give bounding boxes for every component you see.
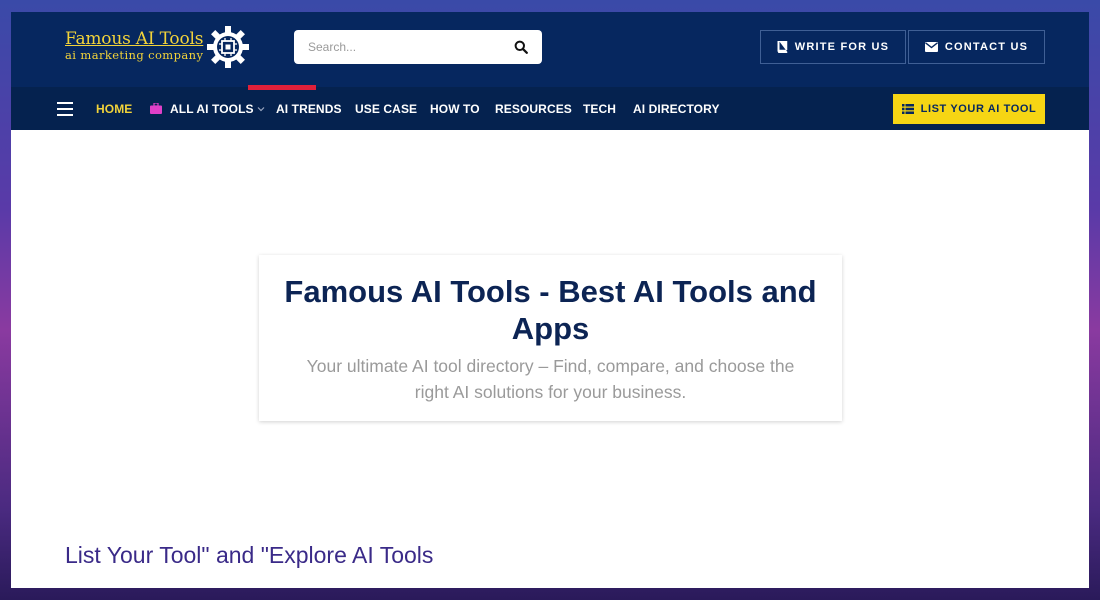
list-your-ai-tool-button[interactable]: LIST YOUR AI TOOL: [893, 94, 1045, 124]
nav-item-use-case[interactable]: USE CASE: [355, 87, 417, 130]
chevron-down-icon: [257, 106, 265, 112]
book-icon: [777, 41, 788, 53]
briefcase-icon: [150, 103, 162, 114]
nav-item-tech[interactable]: TECH: [583, 87, 616, 130]
section-heading: List Your Tool" and "Explore AI Tools: [65, 542, 434, 568]
main-nav: HOME ALL AI TOOLS AI TRENDS USE CASE HOW…: [11, 85, 1089, 130]
logo-subtitle: ai marketing company: [65, 48, 204, 62]
nav-item-all-ai-tools[interactable]: ALL AI TOOLS: [150, 87, 265, 130]
nav-item-label: AI TRENDS: [276, 101, 342, 116]
list-icon: [901, 104, 914, 114]
top-header: Famous AI Tools ai marketing company Sea…: [11, 12, 1089, 87]
nav-item-label: ALL AI TOOLS: [170, 101, 254, 116]
nav-item-label: USE CASE: [355, 101, 418, 116]
hero-subtitle: Your ultimate AI tool directory – Find, …: [306, 356, 795, 402]
menu-icon[interactable]: [57, 102, 73, 116]
list-your-ai-tool-label: LIST YOUR AI TOOL: [920, 103, 1037, 115]
gear-chip-logo-icon[interactable]: [206, 25, 250, 69]
hero-title: Famous AI Tools - Best AI Tools and Apps: [284, 274, 817, 346]
search-input[interactable]: [294, 30, 504, 64]
nav-item-ai-directory[interactable]: AI DIRECTORY: [633, 87, 720, 130]
write-for-us-label: WRITE FOR US: [794, 41, 890, 53]
write-for-us-button[interactable]: WRITE FOR US: [760, 30, 906, 64]
nav-item-label: HOME: [96, 101, 133, 116]
page-frame: Famous AI Tools ai marketing company Sea…: [11, 12, 1089, 588]
envelope-icon: [924, 42, 938, 52]
nav-item-resources[interactable]: RESOURCES: [495, 87, 572, 130]
nav-item-how-to[interactable]: HOW TO: [430, 87, 480, 130]
nav-item-home[interactable]: HOME: [96, 87, 132, 130]
search-icon[interactable]: [514, 40, 528, 54]
nav-item-label: RESOURCES: [495, 101, 572, 116]
contact-us-label: CONTACT US: [944, 41, 1029, 53]
nav-item-label: AI DIRECTORY: [633, 101, 720, 116]
logo-title[interactable]: Famous AI Tools: [65, 29, 203, 49]
site-logo[interactable]: Famous AI Tools ai marketing company: [65, 29, 203, 61]
nav-item-label: HOW TO: [430, 101, 480, 116]
nav-item-label: TECH: [583, 101, 617, 116]
search-box: [294, 30, 542, 64]
contact-us-button[interactable]: CONTACT US: [908, 30, 1045, 64]
nav-item-ai-trends[interactable]: AI TRENDS: [276, 87, 342, 130]
hero-card: Famous AI Tools - Best AI Tools and Apps…: [259, 255, 842, 421]
